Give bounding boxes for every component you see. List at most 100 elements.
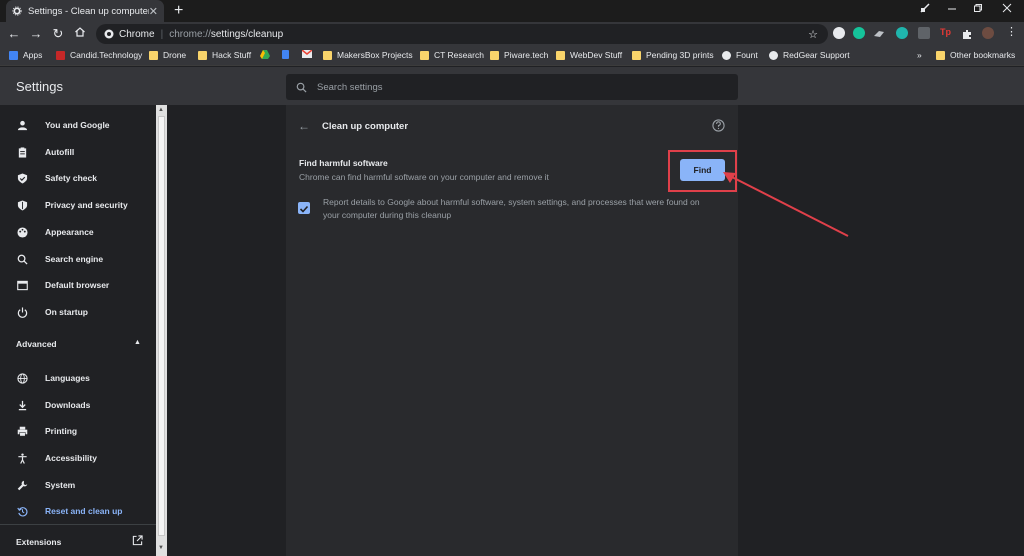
bookmark-webdev[interactable]: WebDev Stuff [556,50,622,60]
sidebar-item-label: Search engine [45,254,104,264]
sidebar-item-languages[interactable]: Languages [0,367,156,389]
close-window-icon[interactable] [1002,3,1012,16]
bookmark-redgear[interactable]: RedGear Support [769,50,850,60]
sidebar-item-appearance[interactable]: Appearance [0,221,156,243]
extensions-puzzle-icon[interactable] [961,27,973,39]
site-label: Chrome [119,28,155,40]
bookmark-apps[interactable]: Apps [9,50,42,60]
other-bookmarks[interactable]: Other bookmarks [936,50,1015,60]
tab-close-icon[interactable]: ✕ [149,5,158,18]
tab-title: Settings - Clean up computer [28,5,149,17]
sidebar-item-you-and-google[interactable]: You and Google [0,114,156,136]
scroll-up-icon[interactable]: ▲ [158,107,164,113]
sidebar-item-search-engine[interactable]: Search engine [0,248,156,270]
new-tab-button[interactable]: + [174,1,183,21]
gear-icon [12,6,22,16]
url-path: settings/cleanup [210,28,284,40]
bookmark-makersbox[interactable]: MakersBox Projects [323,50,413,60]
accessibility-icon [18,452,27,464]
sidebar-item-label: Printing [45,426,78,436]
sidebar-item-label: Downloads [45,400,91,410]
person-icon [17,120,28,130]
shield-check-icon [17,172,28,184]
search-icon [17,254,28,265]
back-icon[interactable]: ← [6,26,22,42]
tab-settings[interactable]: Settings - Clean up computer ✕ [6,0,164,22]
bookmark-label: WebDev Stuff [570,50,623,60]
sidebar-item-default-browser[interactable]: Default browser [0,274,156,296]
chevron-up-icon[interactable]: ▲ [134,339,141,346]
docs-icon [282,50,289,59]
globe-icon [769,50,778,60]
browser-icon [17,280,28,290]
shield-icon [17,199,28,211]
scrollbar-thumb[interactable] [158,116,165,536]
sidebar: You and Google Autofill Safety check Pri… [0,105,156,556]
url-scheme: chrome:// [169,28,211,40]
folder-icon [323,50,332,60]
sidebar-item-downloads[interactable]: Downloads [0,394,156,416]
open-in-new-icon[interactable] [132,535,143,546]
sidebar-item-label: On startup [45,307,88,317]
search-input[interactable] [317,81,717,93]
sidebar-item-label: You and Google [45,120,110,130]
bookmark-gmail[interactable] [302,50,312,58]
menu-icon[interactable]: ⋮ [1006,27,1018,39]
advanced-section-toggle[interactable]: Advanced [16,339,57,349]
bookmarks-bar: Apps Candid.Technology Drone Hack Stuff … [0,46,1024,66]
sidebar-item-safety-check[interactable]: Safety check [0,167,156,189]
bookmark-ct-research[interactable]: CT Research [420,50,484,60]
section-title: Clean up computer [322,121,409,132]
forward-icon[interactable]: → [28,26,44,42]
sidebar-item-label: Autofill [45,147,75,157]
bookmark-drive[interactable] [260,50,270,59]
settings-header: Settings [0,67,1024,105]
extension-opera-icon[interactable] [833,27,845,39]
bookmark-star-icon[interactable]: ☆ [808,28,818,41]
extension-bird-icon[interactable] [873,27,885,39]
back-arrow-icon[interactable]: ← [298,119,310,133]
extension-window-icon[interactable] [918,27,930,39]
site-icon [56,50,65,60]
sidebar-item-on-startup[interactable]: On startup [0,301,156,323]
restore-window-icon[interactable] [973,3,983,16]
bookmark-hack-stuff[interactable]: Hack Stuff [198,50,251,60]
bookmark-drone[interactable]: Drone [149,50,186,60]
sidebar-item-accessibility[interactable]: Accessibility [0,447,156,469]
other-bookmarks-label: Other bookmarks [950,50,1016,60]
help-icon[interactable] [712,119,725,132]
minimize-icon[interactable] [947,3,957,16]
bookmark-label: Apps [23,50,43,60]
extension-tp-icon[interactable]: Tp [940,27,954,39]
drive-icon [260,50,270,59]
sidebar-item-privacy[interactable]: Privacy and security [0,194,156,216]
avatar[interactable] [982,27,994,39]
report-checkbox[interactable] [298,202,310,214]
restore-icon [17,506,28,516]
bookmark-candid[interactable]: Candid.Technology [56,50,142,60]
sidebar-item-printing[interactable]: Printing [0,420,156,442]
bookmark-piware[interactable]: Piware.tech [490,50,548,60]
sidebar-item-extensions[interactable]: Extensions [16,537,61,547]
search-box[interactable] [286,74,738,100]
bookmark-label: CT Research [434,50,484,60]
extension-grammarly-icon[interactable] [853,27,865,39]
browser-toolbar: ← → ↻ Chrome | chrome:// settings/cleanu… [0,22,1024,46]
bookmark-label: Hack Stuff [212,50,252,60]
sidebar-item-system[interactable]: System [0,474,156,496]
bookmark-pending-3d[interactable]: Pending 3D prints [632,50,714,60]
sidebar-item-reset-and-clean-up[interactable]: Reset and clean up [0,500,156,522]
apps-icon [9,50,18,60]
power-icon [17,306,28,318]
profile-icon[interactable] [920,3,930,16]
bookmark-docs[interactable] [282,50,294,59]
printer-icon [17,426,28,436]
address-bar[interactable]: Chrome | chrome:// settings/cleanup ☆ [96,24,828,44]
scroll-down-icon[interactable]: ▼ [158,545,164,551]
reload-icon[interactable]: ↻ [50,26,66,42]
home-icon[interactable] [72,26,88,42]
sidebar-item-autofill[interactable]: Autofill [0,141,156,163]
bookmarks-overflow-button[interactable]: » [917,50,922,60]
bookmark-fount[interactable]: Fount [722,50,758,60]
extension-m-icon[interactable] [896,27,908,39]
